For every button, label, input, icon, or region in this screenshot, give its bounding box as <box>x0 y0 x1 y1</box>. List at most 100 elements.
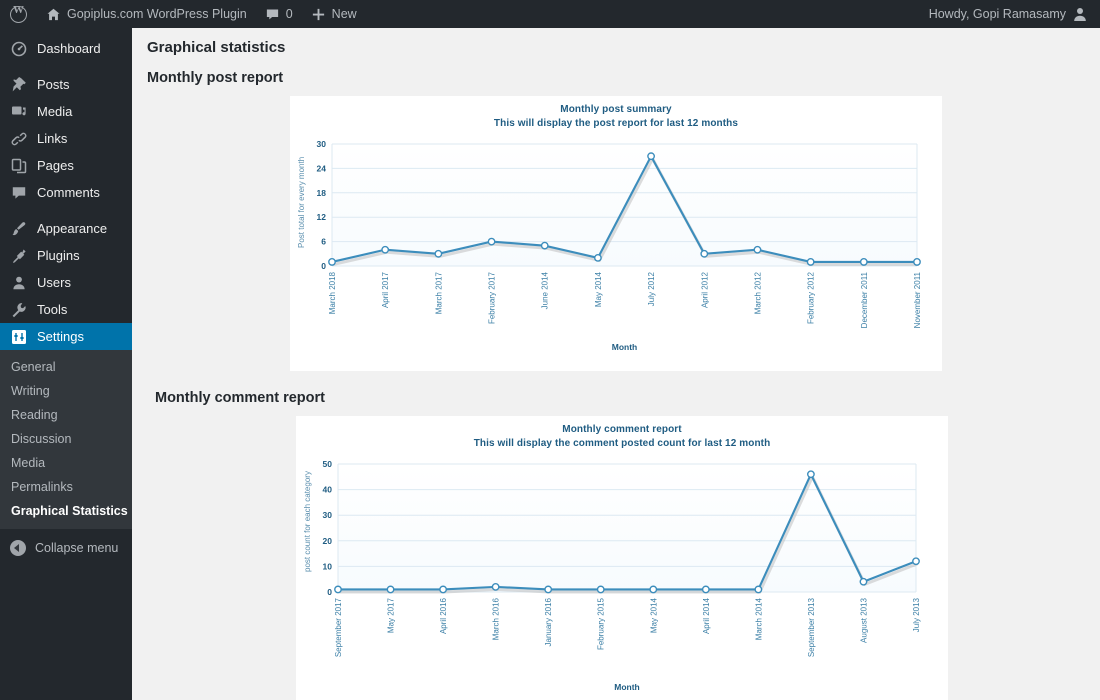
sidebar-item-users[interactable]: Users <box>0 269 132 296</box>
sidebar-item-label: Plugins <box>37 248 80 263</box>
svg-text:March 2016: March 2016 <box>492 597 501 640</box>
sidebar-item-plugins[interactable]: Plugins <box>0 242 132 269</box>
wordpress-logo-icon <box>10 4 27 23</box>
sidebar-item-pages[interactable]: Pages <box>0 152 132 179</box>
svg-text:April 2016: April 2016 <box>439 597 448 634</box>
wrench-icon <box>10 301 28 319</box>
svg-text:post count for each category: post count for each category <box>303 471 312 572</box>
submenu-item-discussion[interactable]: Discussion <box>0 427 132 451</box>
chart2-svg: 0 10 20 30 40 50 September 2017 May 2017 April 2… <box>303 459 921 692</box>
new-content-button[interactable]: New <box>302 0 366 28</box>
chart1-subtitle: This will display the post report for la… <box>493 118 739 129</box>
svg-text:August 2013: August 2013 <box>859 597 868 642</box>
svg-text:February 2015: February 2015 <box>597 597 606 650</box>
svg-text:February 2017: February 2017 <box>488 271 497 324</box>
svg-text:June 2014: June 2014 <box>541 271 550 309</box>
pages-icon <box>10 157 28 175</box>
submenu-item-permalinks[interactable]: Permalinks <box>0 475 132 499</box>
submenu-item-graphical-statistics[interactable]: Graphical Statistics <box>0 499 132 523</box>
svg-text:March 2014: March 2014 <box>754 597 763 640</box>
sidebar-item-appearance[interactable]: Appearance <box>0 215 132 242</box>
submenu-item-reading[interactable]: Reading <box>0 403 132 427</box>
chart2-title: Monthly comment report <box>562 424 682 435</box>
svg-text:40: 40 <box>323 485 333 495</box>
menu-separator <box>0 206 132 215</box>
svg-text:May 2017: May 2017 <box>387 597 396 633</box>
sidebar-item-media[interactable]: Media <box>0 98 132 125</box>
monthly-post-chart-card: Monthly post summary This will display t… <box>290 96 942 371</box>
user-avatar-icon <box>1072 6 1088 22</box>
howdy-label: Howdy, Gopi Ramasamy <box>928 7 1066 21</box>
plug-icon <box>10 247 28 265</box>
svg-text:Month: Month <box>614 682 640 692</box>
svg-text:March 2018: March 2018 <box>328 271 337 314</box>
new-label: New <box>331 7 357 21</box>
svg-text:March 2012: March 2012 <box>753 271 762 314</box>
collapse-menu-label: Collapse menu <box>35 541 119 555</box>
svg-text:November 2011: November 2011 <box>913 271 922 328</box>
sidebar-item-label: Users <box>37 275 71 290</box>
svg-text:18: 18 <box>317 188 327 198</box>
svg-text:30: 30 <box>323 510 333 520</box>
monthly-comment-chart-card: Monthly comment report This will display… <box>296 416 948 700</box>
svg-text:May 2014: May 2014 <box>594 271 603 307</box>
site-name-button[interactable]: Gopiplus.com WordPress Plugin <box>37 0 256 28</box>
brush-icon <box>10 220 28 238</box>
sidebar-item-label: Appearance <box>37 221 108 236</box>
sidebar-item-label: Dashboard <box>37 41 101 56</box>
chart1-plot: 0 6 12 18 24 30 March 2018 April 2017 March 2017… <box>290 134 942 362</box>
svg-text:12: 12 <box>317 212 327 222</box>
sidebar-item-comments[interactable]: Comments <box>0 179 132 206</box>
home-icon <box>46 7 61 22</box>
svg-text:May 2014: May 2014 <box>649 597 658 633</box>
comment-bubble-icon <box>265 7 280 22</box>
pin-icon <box>10 76 28 94</box>
submenu-item-media[interactable]: Media <box>0 451 132 475</box>
wordpress-logo-button[interactable] <box>0 0 37 28</box>
chart2-plot: 0 10 20 30 40 50 September 2017 May 2017 April 2… <box>296 454 948 700</box>
collapse-arrow-icon <box>10 540 26 556</box>
svg-text:0: 0 <box>327 587 332 597</box>
submenu-item-writing[interactable]: Writing <box>0 379 132 403</box>
sidebar-item-settings[interactable]: Settings <box>0 323 132 350</box>
chart1-svg: 0 6 12 18 24 30 March 2018 April 2017 March 2017… <box>297 139 922 352</box>
sidebar-item-label: Links <box>37 131 68 146</box>
comment-icon <box>10 184 28 202</box>
page-title: Graphical statistics <box>147 39 286 56</box>
comments-button[interactable]: 0 <box>256 0 302 28</box>
svg-text:July 2012: July 2012 <box>647 271 656 306</box>
settings-sliders-icon <box>10 328 28 346</box>
sidebar-item-label: Tools <box>37 302 68 317</box>
svg-text:20: 20 <box>323 536 333 546</box>
svg-text:March 2017: March 2017 <box>434 271 443 314</box>
svg-text:April 2017: April 2017 <box>381 271 390 308</box>
svg-text:Month: Month <box>612 342 638 352</box>
menu-separator <box>0 62 132 71</box>
sidebar-item-posts[interactable]: Posts <box>0 71 132 98</box>
svg-text:April 2014: April 2014 <box>702 597 711 634</box>
sidebar-item-label: Pages <box>37 158 74 173</box>
site-name-label: Gopiplus.com WordPress Plugin <box>67 7 247 21</box>
svg-text:30: 30 <box>317 139 327 149</box>
svg-text:24: 24 <box>317 163 327 173</box>
my-account-button[interactable]: Howdy, Gopi Ramasamy <box>920 0 1100 28</box>
user-icon <box>10 274 28 292</box>
svg-text:10: 10 <box>323 561 333 571</box>
link-icon <box>10 130 28 148</box>
svg-text:September 2013: September 2013 <box>807 597 816 657</box>
svg-text:0: 0 <box>321 261 326 271</box>
sidebar-item-dashboard[interactable]: Dashboard <box>0 35 132 62</box>
plus-icon <box>311 7 326 22</box>
sidebar-item-links[interactable]: Links <box>0 125 132 152</box>
sidebar-item-tools[interactable]: Tools <box>0 296 132 323</box>
main-content: Graphical statistics Monthly post report… <box>132 28 1100 700</box>
section-title-post-report: Monthly post report <box>147 70 284 86</box>
sidebar-item-label: Settings <box>37 329 84 344</box>
section-title-comment-report: Monthly comment report <box>155 390 325 406</box>
media-icon <box>10 103 28 121</box>
svg-text:January 2016: January 2016 <box>544 597 553 646</box>
sidebar-item-label: Media <box>37 104 73 119</box>
sidebar-item-label: Comments <box>37 185 100 200</box>
submenu-item-general[interactable]: General <box>0 355 132 379</box>
collapse-menu-button[interactable]: Collapse menu <box>0 533 132 563</box>
